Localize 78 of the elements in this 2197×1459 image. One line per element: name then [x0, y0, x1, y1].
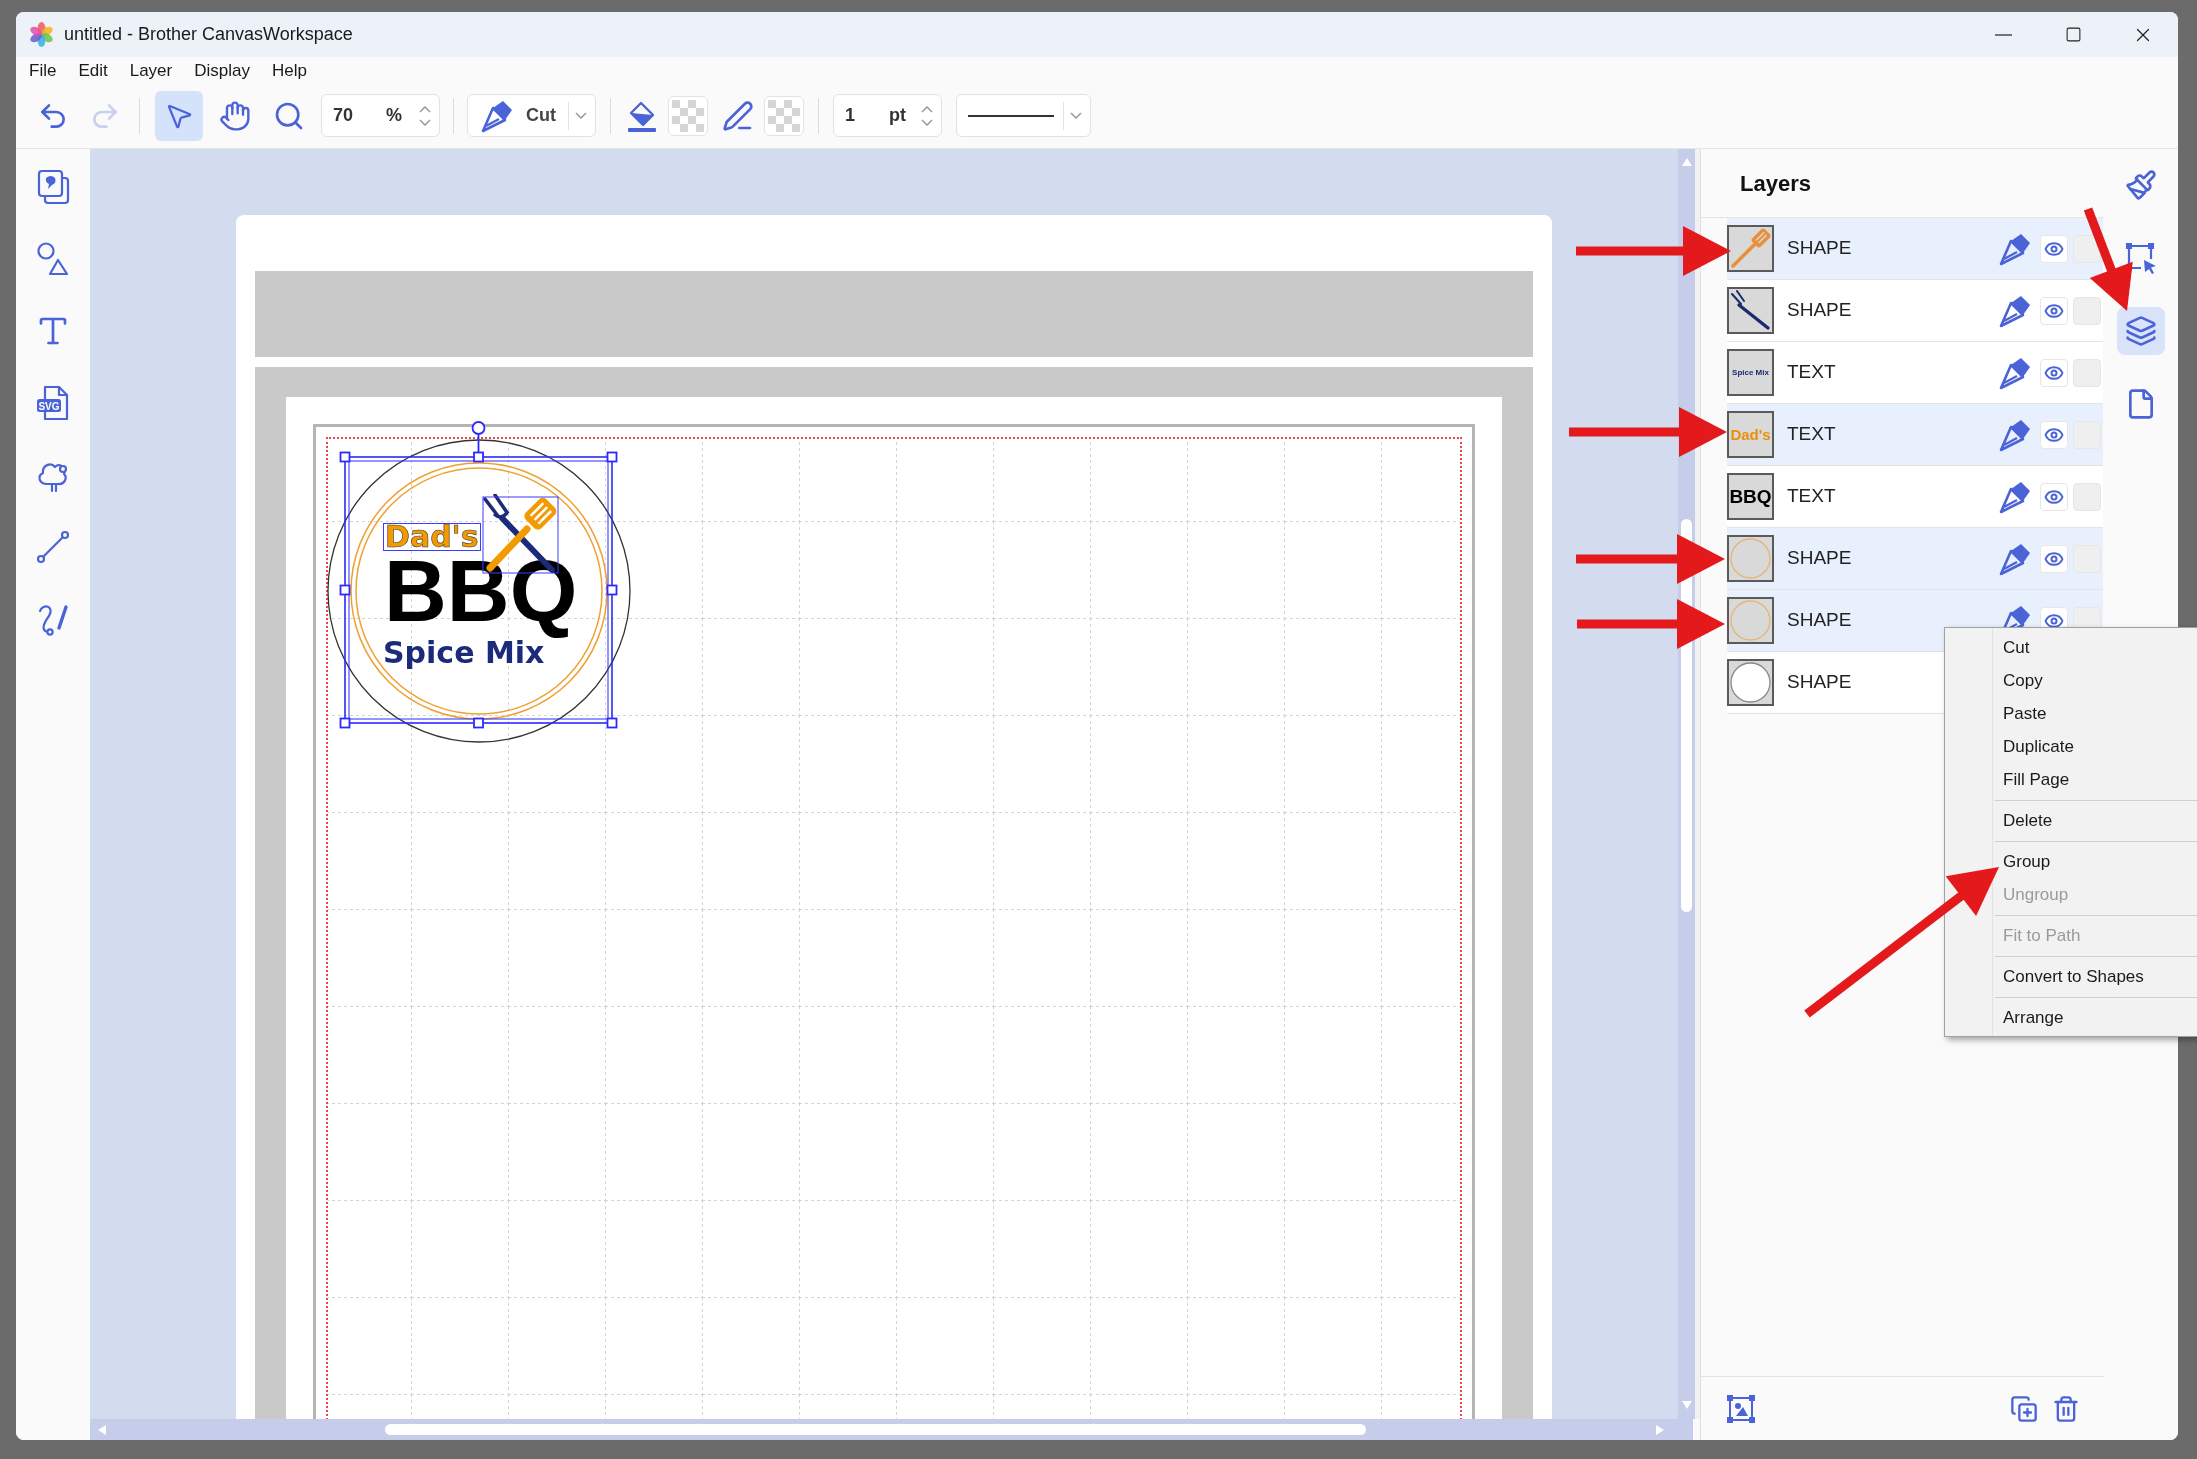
line-style-dropdown[interactable] — [956, 94, 1091, 137]
visibility-toggle[interactable] — [2040, 482, 2068, 511]
menu-bar-item[interactable]: Edit — [78, 61, 108, 79]
minimize-icon — [1994, 33, 2012, 36]
pen-nib-icon[interactable] — [1998, 293, 2032, 328]
visibility-toggle[interactable] — [2040, 234, 2068, 263]
visibility-toggle[interactable] — [2040, 358, 2068, 387]
thumbnail-text: Spice Mix — [1732, 368, 1769, 377]
horizontal-scrollbar[interactable] — [90, 1419, 1693, 1440]
stroke-color-swatch[interactable] — [764, 95, 804, 136]
layer-row[interactable]: SHAPE — [1727, 218, 2103, 280]
zoom-field[interactable]: 70 % — [321, 94, 440, 137]
chevron-down-icon[interactable] — [921, 118, 933, 126]
pen-nib-icon[interactable] — [1998, 417, 2032, 452]
chevron-up-icon[interactable] — [419, 105, 431, 113]
resize-handle[interactable] — [606, 717, 618, 729]
menu-item[interactable]: Fill Page — [1945, 763, 2197, 796]
shapes-icon[interactable] — [35, 241, 71, 277]
pen-nib-icon[interactable] — [1998, 355, 2032, 390]
app-logo-icon — [29, 22, 54, 47]
hand-icon — [219, 99, 251, 132]
visibility-toggle[interactable] — [2040, 420, 2068, 449]
line-width-field[interactable]: 1 pt — [833, 94, 942, 137]
visibility-toggle[interactable] — [2040, 544, 2068, 573]
resize-handle[interactable] — [473, 717, 484, 729]
line-mode-dropdown[interactable]: Cut — [467, 94, 596, 137]
brush-icon — [2125, 169, 2157, 201]
logo-text: Dad's — [383, 523, 481, 551]
line-icon[interactable] — [35, 529, 71, 565]
empty-square-button[interactable] — [2073, 234, 2101, 263]
layer-row[interactable]: Dad's TEXT — [1727, 404, 2103, 466]
resize-handle[interactable] — [339, 451, 351, 463]
scroll-thumb[interactable] — [385, 1424, 1366, 1435]
unit-label: % — [386, 104, 402, 127]
menu-item[interactable]: Convert to Shapes — [1945, 960, 2197, 993]
menu-item[interactable]: Delete — [1945, 804, 2197, 837]
unit-label: pt — [889, 104, 906, 127]
menu-item[interactable]: Duplicate — [1945, 730, 2197, 763]
menu-bar-item[interactable]: Layer — [129, 61, 173, 79]
logo-text: Spice Mix — [383, 636, 545, 670]
panel-title: Layers — [1740, 169, 1811, 198]
image-frame-icon[interactable] — [1727, 1394, 1755, 1423]
pen-nib-icon — [480, 98, 514, 133]
trash-icon[interactable] — [2052, 1394, 2080, 1423]
resize-handle[interactable] — [339, 584, 351, 596]
visibility-toggle[interactable] — [2040, 296, 2068, 325]
resize-handle[interactable] — [606, 584, 618, 596]
layer-row[interactable]: BBQ TEXT — [1727, 466, 2103, 528]
chevron-down-icon — [1070, 112, 1082, 119]
resize-handle[interactable] — [606, 451, 618, 463]
stacked-pages-icon[interactable] — [35, 169, 71, 205]
layer-row[interactable]: SHAPE — [1727, 280, 2103, 342]
resize-handle[interactable] — [473, 451, 484, 463]
duplicate-icon[interactable] — [2010, 1394, 2038, 1423]
fill-color-swatch[interactable] — [668, 95, 708, 136]
resize-handle[interactable] — [339, 717, 351, 729]
maximize-icon — [2064, 26, 2082, 43]
window-title: untitled - Brother CanvasWorkspace — [64, 23, 353, 46]
chevron-up-icon[interactable] — [921, 105, 933, 113]
pen-nib-icon[interactable] — [1998, 541, 2032, 576]
layers-icon — [2125, 315, 2157, 347]
layer-row[interactable]: Spice Mix TEXT — [1727, 342, 2103, 404]
select-tool-button[interactable] — [155, 90, 203, 141]
rotation-handle[interactable] — [471, 421, 486, 453]
menu-bar-item[interactable]: File — [29, 61, 57, 79]
menu-bar-item[interactable]: Display — [194, 61, 250, 79]
thumbnail-text: BBQ — [1729, 487, 1772, 506]
chevron-down-icon[interactable] — [419, 118, 431, 126]
menu-item[interactable]: Group — [1945, 845, 2197, 878]
pen-nib-icon[interactable] — [1998, 479, 2032, 514]
layers-tab[interactable] — [2117, 307, 2165, 355]
pen-nib-icon[interactable] — [1998, 231, 2032, 266]
layer-row[interactable]: SHAPE — [1727, 528, 2103, 590]
pencil-icon[interactable] — [722, 99, 754, 132]
thumbnail-text: Dad's — [1730, 427, 1771, 442]
menu-item[interactable]: Arrange — [1945, 1001, 2197, 1034]
chevron-down-icon — [575, 112, 587, 119]
menu-bar-item[interactable]: Help — [272, 61, 307, 79]
